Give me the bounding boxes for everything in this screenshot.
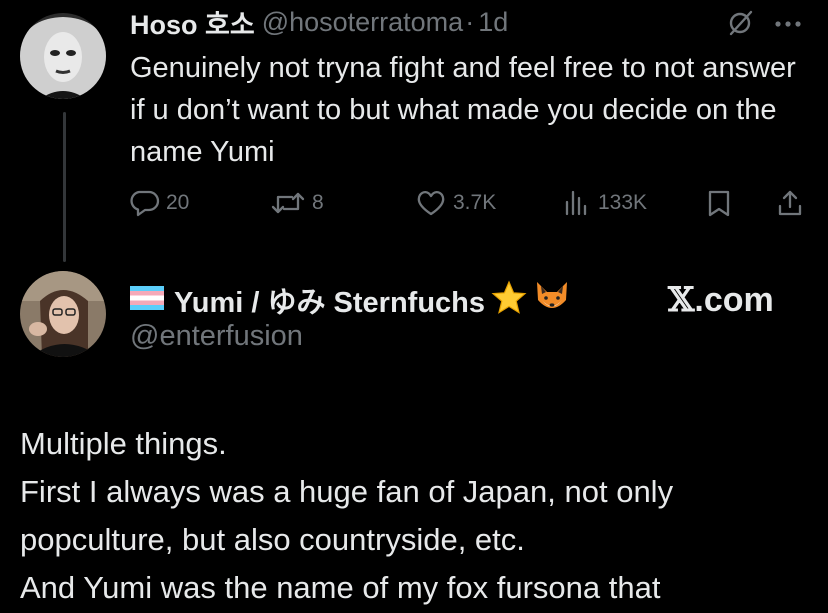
- tweet2-body-line: popculture, but also countryside, etc.: [20, 522, 525, 557]
- tweet1-header-icons: [725, 8, 803, 43]
- tweet1-header: Hoso 호소 @hosoterratoma · 1d: [130, 6, 508, 40]
- site-label-text: .com: [694, 280, 774, 319]
- bookmark-icon: [705, 188, 733, 218]
- retweet-count: 8: [312, 191, 324, 214]
- tweet2-handle[interactable]: @enterfusion: [130, 320, 303, 353]
- tweet2-display-name[interactable]: Yumi / ゆみ Sternfuchs: [174, 279, 485, 321]
- tweet2-body-line: First I always was a huge fan of Japan, …: [20, 474, 674, 509]
- views-count: 133K: [598, 191, 648, 214]
- views-button[interactable]: 133K: [562, 186, 647, 220]
- retweet-button[interactable]: 8: [270, 186, 324, 220]
- tweet1-separator: ·: [465, 6, 475, 37]
- grok-slash-icon[interactable]: [725, 8, 755, 43]
- like-button[interactable]: 3.7K: [415, 186, 496, 220]
- tweet2-body: Multiple things. First I always was a hu…: [20, 420, 820, 612]
- share-button[interactable]: [775, 186, 805, 220]
- like-count: 3.7K: [453, 191, 497, 214]
- tweet1-text: Genuinely not tryna fight and feel free …: [130, 52, 796, 168]
- like-icon: [415, 188, 447, 218]
- reply-button[interactable]: 20: [130, 186, 189, 220]
- trans-flag-icon: [130, 285, 164, 315]
- avatar-hoso[interactable]: [20, 13, 106, 99]
- thread-connector-line: [63, 112, 66, 262]
- share-icon: [775, 188, 805, 218]
- tweet1-handle[interactable]: @hosoterratoma: [262, 7, 464, 38]
- reply-icon: [130, 188, 160, 218]
- tweet2-body-line: And Yumi was the name of my fox fursona …: [20, 570, 661, 605]
- tweet1-display-name[interactable]: Hoso 호소: [130, 3, 255, 42]
- avatar-yumi[interactable]: [20, 271, 106, 357]
- x-logo-icon: 𝕏: [668, 280, 695, 320]
- tweet2-body-line: Multiple things.: [20, 426, 227, 461]
- views-icon: [562, 188, 592, 218]
- more-icon[interactable]: [773, 17, 803, 35]
- fox-emoji-icon: [533, 280, 571, 321]
- site-label: 𝕏 .com: [668, 280, 774, 320]
- tweet1-action-bar: 20 8 3.7K 133K: [130, 186, 810, 220]
- tweet2-header: Yumi / ゆみ Sternfuchs: [130, 279, 571, 321]
- retweet-icon: [270, 188, 306, 218]
- tweet1-time[interactable]: 1d: [478, 7, 508, 38]
- reply-count: 20: [166, 191, 190, 214]
- bookmark-button[interactable]: [705, 186, 733, 220]
- star-emoji-icon: [491, 279, 527, 321]
